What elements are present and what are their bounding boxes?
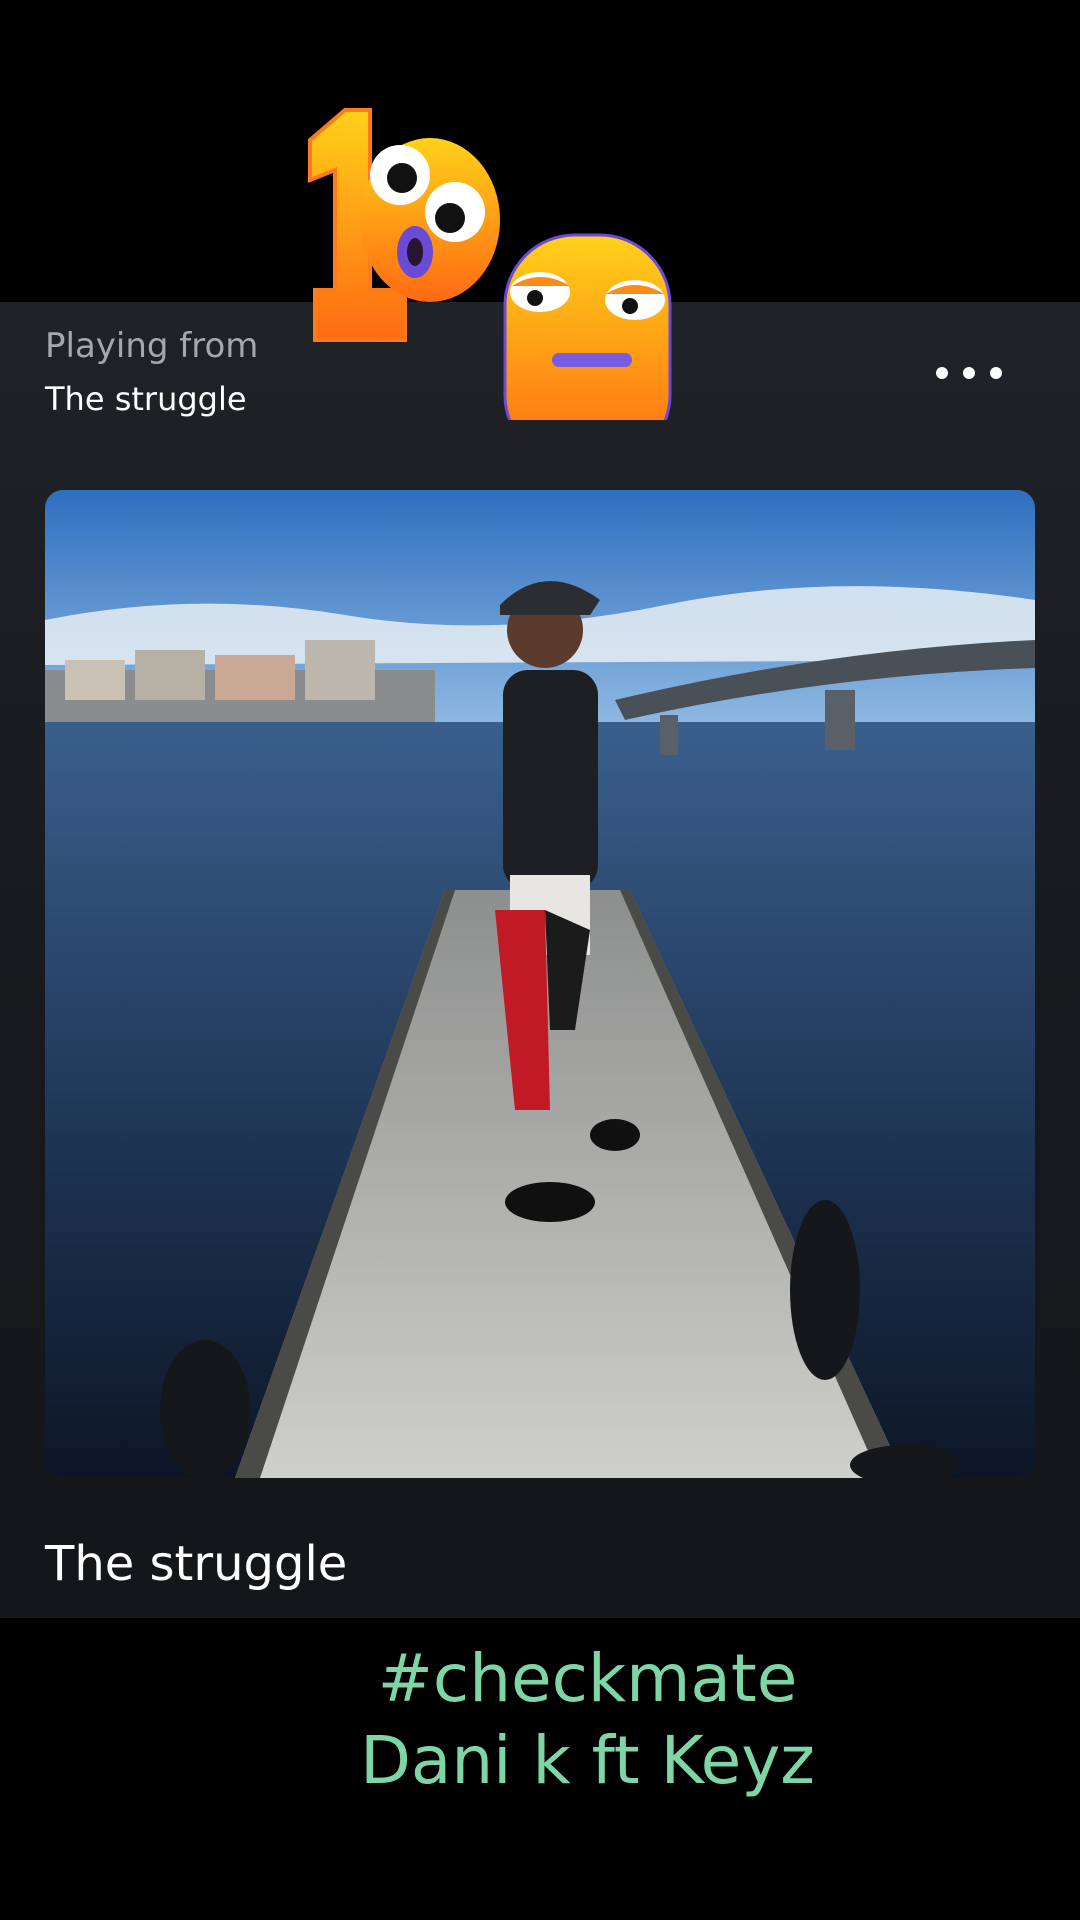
track-title: The struggle [45,1536,348,1592]
cover-photo [45,490,1035,1478]
dot [990,367,1002,379]
playing-from-label: Playing from [45,326,259,366]
album-cover-image [45,490,1035,1478]
caption-line-2: Dani k ft Keyz [360,1722,815,1799]
playing-from-source[interactable]: The struggle [45,380,247,418]
more-options-icon[interactable] [936,358,1002,388]
dot [936,367,948,379]
caption-line-1: #checkmate [377,1640,798,1717]
dot [963,367,975,379]
hundred-emoji-sticker [308,108,672,420]
